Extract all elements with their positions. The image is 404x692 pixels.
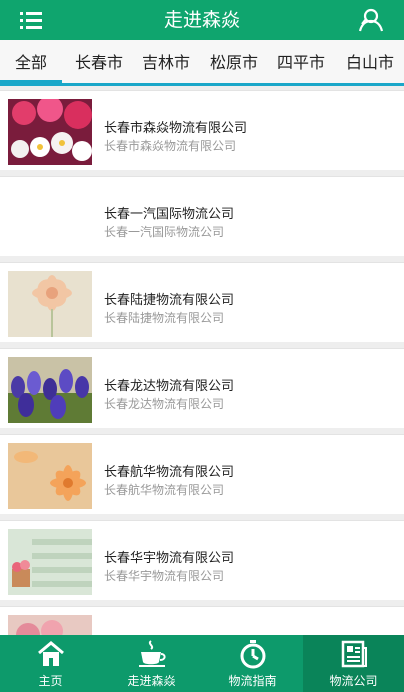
tab-about[interactable]: 走进森焱 (101, 635, 202, 692)
category-tab-jilin[interactable]: 吉林市 (133, 40, 199, 83)
tab-label: 主页 (38, 674, 63, 688)
company-name: 长春华宇物流有限公司 (104, 551, 235, 566)
timer-icon (240, 640, 266, 669)
category-tab-changchun[interactable]: 长春市 (66, 40, 132, 83)
list-item[interactable]: 长春陆捷物流有限公司 长春陆捷物流有限公司 (0, 262, 404, 342)
tab-guide[interactable]: 物流指南 (202, 635, 303, 692)
company-subtitle: 长春龙达物流有限公司 (104, 397, 225, 411)
company-name: 长春龙达物流有限公司 (104, 379, 235, 394)
cup-icon (139, 640, 166, 667)
company-name: 长春陆捷物流有限公司 (104, 293, 235, 308)
company-image (8, 357, 92, 423)
category-tab-siping[interactable]: 四平市 (268, 40, 334, 83)
list-item[interactable]: 长春华宇物流有限公司 长春华宇物流有限公司 (0, 520, 404, 600)
bottom-tab-bar: 主页 走进森焱 物流指南 物流公司 (0, 635, 404, 692)
list-item[interactable]: 长春市森焱物流有限公司 长春市森焱物流有限公司 (0, 90, 404, 170)
company-subtitle: 长春陆捷物流有限公司 (104, 311, 225, 325)
tab-home[interactable]: 主页 (0, 635, 101, 692)
category-tab-baishan[interactable]: 白山市 (336, 40, 404, 83)
category-tabs: 全部 长春市 吉林市 松原市 四平市 白山市 (0, 40, 404, 86)
company-image (8, 271, 92, 337)
company-subtitle: 长春华宇物流有限公司 (104, 569, 225, 583)
user-icon[interactable] (356, 6, 384, 34)
company-name: 长春一汽国际物流公司 (104, 207, 235, 222)
company-image (8, 529, 92, 595)
company-subtitle: 长春市森焱物流有限公司 (104, 139, 237, 153)
category-tab-songyuan[interactable]: 松原市 (200, 40, 268, 83)
company-subtitle: 长春航华物流有限公司 (104, 483, 225, 497)
company-image (8, 443, 92, 509)
company-name: 长春航华物流有限公司 (104, 465, 235, 480)
list-item[interactable]: 长春龙达物流有限公司 长春龙达物流有限公司 (0, 348, 404, 428)
tab-label: 走进森焱 (127, 674, 176, 688)
category-tab-all[interactable]: 全部 (0, 40, 62, 83)
page-title: 走进森焱 (163, 9, 240, 31)
company-image (8, 99, 92, 165)
tab-companies[interactable]: 物流公司 (303, 635, 404, 692)
list-item[interactable]: 长春一汽国际物流公司 长春一汽国际物流公司 (0, 176, 404, 256)
app-header: 走进森焱 (0, 0, 404, 40)
news-icon (341, 640, 367, 668)
tab-label: 物流指南 (228, 674, 277, 688)
list-item[interactable]: 长春航华物流有限公司 长春航华物流有限公司 (0, 434, 404, 514)
tab-label: 物流公司 (329, 674, 378, 688)
company-subtitle: 长春一汽国际物流公司 (104, 225, 225, 239)
company-name: 长春市森焱物流有限公司 (104, 121, 248, 136)
home-icon (38, 641, 64, 666)
